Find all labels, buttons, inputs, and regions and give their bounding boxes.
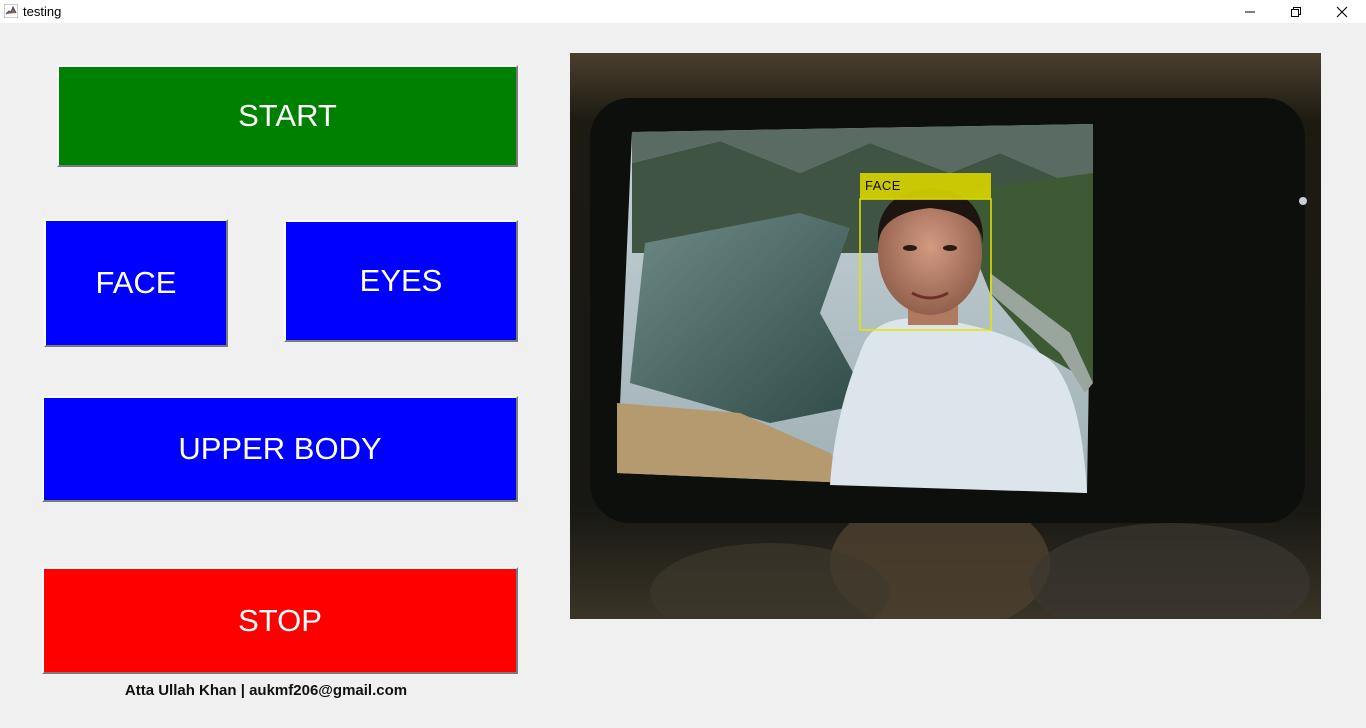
restore-button[interactable]	[1273, 0, 1319, 23]
stop-button[interactable]: STOP	[42, 567, 518, 674]
close-button[interactable]	[1319, 0, 1365, 23]
close-icon	[1336, 6, 1348, 17]
minimize-button[interactable]	[1227, 0, 1273, 23]
upper-body-button[interactable]: UPPER BODY	[42, 396, 518, 502]
matlab-icon	[4, 4, 18, 18]
video-feed: FACE	[570, 53, 1321, 619]
face-detection-label: FACE	[865, 178, 901, 193]
start-button[interactable]: START	[57, 65, 518, 167]
stop-button-label: STOP	[238, 602, 322, 638]
author-credit: Atta Ullah Khan | aukmf206@gmail.com	[124, 682, 408, 699]
restore-icon	[1291, 6, 1301, 17]
eyes-button-label: EYES	[359, 263, 443, 298]
title-bar: testing	[0, 0, 1366, 23]
camera-frame	[570, 53, 1321, 619]
eyes-button[interactable]: EYES	[284, 220, 518, 342]
start-button-label: START	[238, 98, 337, 133]
face-button-label: FACE	[95, 265, 177, 300]
window-title: testing	[23, 4, 62, 19]
upper-body-button-label: UPPER BODY	[178, 431, 382, 466]
minimize-icon	[1245, 11, 1255, 12]
face-button[interactable]: FACE	[44, 219, 228, 347]
